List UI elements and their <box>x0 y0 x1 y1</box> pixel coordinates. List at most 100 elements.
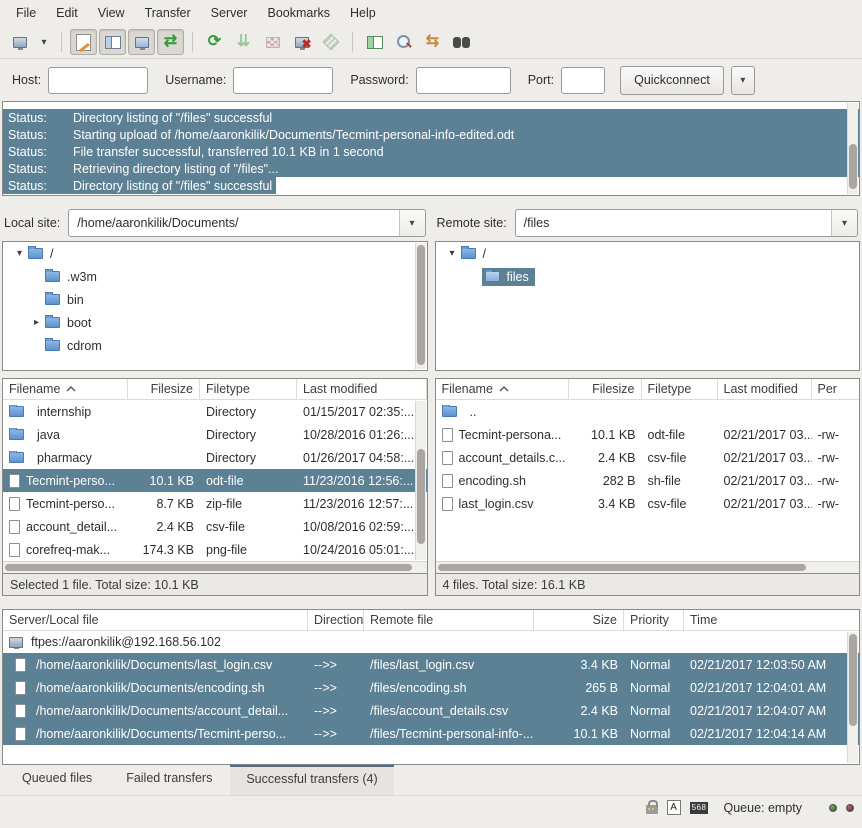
reconnect-button[interactable] <box>317 29 344 55</box>
queue-row[interactable]: /home/aaronkilik/Documents/account_detai… <box>3 699 859 722</box>
menu-server[interactable]: Server <box>201 2 258 24</box>
file-row[interactable]: last_login.csv 3.4 KB csv-file 02/21/201… <box>436 492 860 515</box>
find-files-button[interactable] <box>448 29 475 55</box>
file-row[interactable]: java Directory 10/28/2016 01:26:... <box>3 423 427 446</box>
disconnect-button[interactable]: ✖ <box>288 29 315 55</box>
column-header-filename[interactable]: Filename <box>3 379 128 399</box>
queue-row[interactable]: /home/aaronkilik/Documents/encoding.sh -… <box>3 676 859 699</box>
column-header-remote-file[interactable]: Remote file <box>364 610 534 630</box>
speed-limit-icon[interactable]: 568 <box>690 802 709 814</box>
local-tree-scrollbar[interactable] <box>415 243 426 369</box>
menu-view[interactable]: View <box>88 2 135 24</box>
file-row[interactable]: encoding.sh 282 B sh-file 02/21/2017 03.… <box>436 469 860 492</box>
log-row[interactable]: Status: Starting upload of /home/aaronki… <box>3 126 859 143</box>
column-header-size[interactable]: Size <box>534 610 624 630</box>
file-row[interactable]: pharmacy Directory 01/26/2017 04:58:... <box>3 446 427 469</box>
log-message: File transfer successful, transferred 10… <box>73 145 384 159</box>
column-header-filesize[interactable]: Filesize <box>128 379 200 399</box>
lock-icon[interactable] <box>646 805 658 814</box>
username-input[interactable] <box>233 67 333 94</box>
local-list-scrollbar[interactable] <box>415 401 426 560</box>
combo-dropdown-button[interactable]: ▾ <box>399 210 425 236</box>
menu-transfer[interactable]: Transfer <box>135 2 201 24</box>
tab-queued-files[interactable]: Queued files <box>6 765 108 795</box>
password-input[interactable] <box>416 67 511 94</box>
parent-dir-row[interactable]: .. <box>436 400 860 423</box>
file-row[interactable]: account_details.c... 2.4 KB csv-file 02/… <box>436 446 860 469</box>
compare-button[interactable] <box>390 29 417 55</box>
toggle-remote-tree-button[interactable] <box>128 29 155 55</box>
toggle-queue-button[interactable]: ⇄ <box>157 29 184 55</box>
tree-item[interactable]: .w3m <box>3 265 427 288</box>
log-row[interactable]: Status: Directory listing of "/files" su… <box>3 109 859 126</box>
expander-closed-icon[interactable]: ▸ <box>28 317 45 328</box>
column-header-filename[interactable]: Filename <box>436 379 569 399</box>
quickconnect-dropdown[interactable]: ▾ <box>731 66 755 95</box>
column-header-filetype[interactable]: Filetype <box>200 379 297 399</box>
queue-row[interactable]: /home/aaronkilik/Documents/last_login.cs… <box>3 653 859 676</box>
column-header-filetype[interactable]: Filetype <box>642 379 718 399</box>
expander-open-icon[interactable]: ▾ <box>444 248 461 259</box>
scrollbar-thumb[interactable] <box>438 564 806 571</box>
scrollbar-thumb[interactable] <box>417 245 425 365</box>
column-header-local-file[interactable]: Server/Local file <box>3 610 308 630</box>
file-row[interactable]: Tecmint-perso... 8.7 KB zip-file 11/23/2… <box>3 492 427 515</box>
sync-browsing-button[interactable]: ⇆ <box>419 29 446 55</box>
column-header-direction[interactable]: Direction <box>308 610 364 630</box>
tree-item[interactable]: cdrom <box>3 334 427 357</box>
column-header-time[interactable]: Time <box>684 610 859 630</box>
queue-scrollbar[interactable] <box>847 632 858 763</box>
transfer-type-indicator[interactable]: A <box>667 800 681 815</box>
site-manager-button[interactable] <box>6 29 33 55</box>
file-row-selected[interactable]: Tecmint-perso... 10.1 KB odt-file 11/23/… <box>3 469 427 492</box>
log-scrollbar[interactable] <box>847 103 858 194</box>
remote-site-combo[interactable]: /files ▾ <box>515 209 858 237</box>
toggle-local-tree-button[interactable] <box>99 29 126 55</box>
combo-dropdown-button[interactable]: ▾ <box>831 210 857 236</box>
file-row[interactable]: internship Directory 01/15/2017 02:35:..… <box>3 400 427 423</box>
menu-help[interactable]: Help <box>340 2 386 24</box>
port-input[interactable] <box>561 67 605 94</box>
file-row[interactable]: account_detail... 2.4 KB csv-file 10/08/… <box>3 515 427 538</box>
tree-item-root[interactable]: ▾ / <box>3 242 427 265</box>
filter-button[interactable] <box>361 29 388 55</box>
column-header-modified[interactable]: Last modified <box>718 379 812 399</box>
file-row[interactable]: corefreq-mak... 174.3 KB png-file 10/24/… <box>3 538 427 561</box>
cancel-button[interactable] <box>259 29 286 55</box>
log-row[interactable]: Status: File transfer successful, transf… <box>3 143 859 160</box>
toggle-log-button[interactable] <box>70 29 97 55</box>
direction: -->> <box>308 681 364 695</box>
log-row[interactable]: Status: Retrieving directory listing of … <box>3 160 859 177</box>
column-header-modified[interactable]: Last modified <box>297 379 427 399</box>
refresh-button[interactable]: ⟳ <box>201 29 228 55</box>
quickconnect-button[interactable]: Quickconnect <box>620 66 724 95</box>
process-queue-button[interactable]: ⇊ <box>230 29 257 55</box>
scrollbar-thumb[interactable] <box>417 449 425 544</box>
log-row[interactable]: Status: Directory listing of "/files" su… <box>3 177 859 194</box>
tree-item[interactable]: ▸ boot <box>3 311 427 334</box>
scrollbar-thumb[interactable] <box>5 564 412 571</box>
site-manager-dropdown[interactable]: ▾ <box>35 29 53 55</box>
remote-list-hscrollbar[interactable] <box>436 561 860 573</box>
menu-bookmarks[interactable]: Bookmarks <box>257 2 340 24</box>
queue-row[interactable]: /home/aaronkilik/Documents/Tecmint-perso… <box>3 722 859 745</box>
menu-file[interactable]: File <box>6 2 46 24</box>
tree-item-selected[interactable]: files <box>436 265 860 288</box>
menu-edit[interactable]: Edit <box>46 2 88 24</box>
local-list-hscrollbar[interactable] <box>3 561 427 573</box>
queue-server-row[interactable]: ftpes://aaronkilik@192.168.56.102 <box>3 631 859 653</box>
local-site-combo[interactable]: /home/aaronkilik/Documents/ ▾ <box>68 209 425 237</box>
column-header-priority[interactable]: Priority <box>624 610 684 630</box>
tree-item-root[interactable]: ▾ / <box>436 242 860 265</box>
column-header-permissions[interactable]: Per <box>812 379 860 399</box>
scrollbar-thumb[interactable] <box>849 144 857 190</box>
tree-item[interactable]: bin <box>3 288 427 311</box>
expander-open-icon[interactable]: ▾ <box>11 248 28 259</box>
file-row[interactable]: Tecmint-persona... 10.1 KB odt-file 02/2… <box>436 423 860 446</box>
column-header-filesize[interactable]: Filesize <box>569 379 642 399</box>
local-status-text: Selected 1 file. Total size: 10.1 KB <box>2 574 428 596</box>
scrollbar-thumb[interactable] <box>849 634 857 726</box>
tab-successful-transfers[interactable]: Successful transfers (4) <box>230 765 393 795</box>
tab-failed-transfers[interactable]: Failed transfers <box>110 765 228 795</box>
host-input[interactable] <box>48 67 148 94</box>
